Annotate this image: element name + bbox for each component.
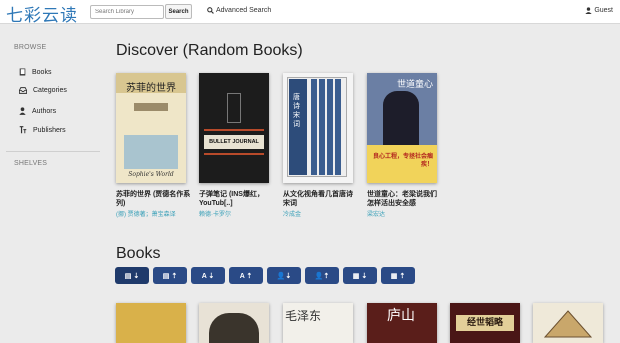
book-cover[interactable]: 经世韬略 — [450, 303, 520, 343]
discover-book: BULLET JOURNAL 子弹笔记 (INS爆红，YouTub[..] 赖德… — [199, 73, 275, 218]
book-cover[interactable]: 唐诗宋词 — [283, 73, 353, 183]
book-cover[interactable] — [116, 303, 186, 343]
book-author[interactable]: 赖德·卡罗尔 — [199, 209, 275, 218]
sidebar-divider — [6, 151, 100, 152]
book-cover[interactable]: 苏菲的世界 Sophie's World — [116, 73, 186, 183]
sidebar-item-books[interactable]: Books — [19, 68, 51, 76]
sort-pubdate-asc-button[interactable]: ▦ ⇡ — [381, 267, 415, 284]
text-size-icon — [19, 126, 27, 134]
site-logo[interactable]: 七彩云读 — [6, 1, 78, 26]
book-cover[interactable]: BULLET JOURNAL — [199, 73, 269, 183]
book-author[interactable]: (挪) 贾德著；萧宝森译 — [116, 209, 192, 218]
book-title[interactable]: 从文化视角看几首唐诗宋词 — [283, 190, 359, 208]
cover-red-line — [204, 153, 264, 155]
cover-title: 唐诗宋词 — [293, 93, 300, 128]
user-icon — [585, 7, 592, 14]
shelves-heading: SHELVES — [14, 160, 48, 167]
user-icon — [19, 107, 26, 115]
books-heading: Books — [116, 245, 161, 262]
book-title[interactable]: 苏菲的世界 (贾德名作系列) — [116, 190, 192, 208]
discover-heading: Discover (Random Books) — [116, 42, 303, 59]
book-spine — [319, 79, 325, 175]
book-author[interactable]: 冷成金 — [283, 209, 359, 218]
cover-emblem — [227, 93, 241, 123]
advanced-search-link[interactable]: Advanced Search — [207, 7, 271, 14]
book-cover[interactable]: 毛泽东 — [283, 303, 353, 343]
search-icon — [207, 7, 214, 14]
cover-title: 世道童心 — [396, 80, 433, 90]
book-icon — [19, 68, 26, 76]
browse-heading: BROWSE — [14, 44, 47, 51]
cover-title: 经世韬略 — [456, 315, 514, 331]
cover-title: 毛泽东 — [285, 309, 322, 323]
sidebar: BROWSE Books Categories Authors Publishe… — [0, 24, 104, 343]
book-cover[interactable]: 庐山 — [367, 303, 437, 343]
sidebar-item-publishers[interactable]: Publishers — [19, 126, 66, 134]
cover-red-line — [204, 129, 264, 131]
search-input[interactable] — [90, 5, 164, 19]
book-title[interactable]: 世道童心：老梁说我们怎样活出安全感 — [367, 190, 443, 208]
guest-label: Guest — [594, 7, 613, 14]
cover-title: 庐山 — [387, 308, 415, 324]
cover-caption: Sophie's World — [128, 171, 174, 178]
inbox-icon — [19, 87, 27, 94]
book-cover[interactable] — [533, 303, 603, 343]
search-button[interactable]: Search — [165, 4, 192, 19]
cover-illustration — [124, 135, 178, 169]
discover-book: 苏菲的世界 Sophie's World 苏菲的世界 (贾德名作系列) (挪) … — [116, 73, 192, 218]
sort-author-desc-button[interactable]: 👤⇣ — [267, 267, 301, 284]
book-author[interactable]: 梁宏达 — [367, 209, 443, 218]
cover-caption: 良心工程，专拯社会痼疾！ — [372, 154, 433, 168]
sidebar-item-categories[interactable]: Categories — [19, 87, 67, 94]
book-cover[interactable]: 世道童心 良心工程，专拯社会痼疾！ — [367, 73, 437, 183]
discover-book: 唐诗宋词 从文化视角看几首唐诗宋词 冷成金 — [283, 73, 359, 218]
discover-book: 世道童心 良心工程，专拯社会痼疾！ 世道童心：老梁说我们怎样活出安全感 梁宏达 — [367, 73, 443, 218]
sort-title-desc-button[interactable]: A ⇣ — [191, 267, 225, 284]
book-cover[interactable] — [199, 303, 269, 343]
sort-date-desc-button[interactable]: ▤ ⇣ — [115, 267, 149, 284]
pyramid-icon — [543, 310, 593, 338]
cover-portrait — [209, 313, 259, 343]
sidebar-item-label: Categories — [33, 87, 67, 94]
book-title[interactable]: 子弹笔记 (INS爆红，YouTub[..] — [199, 190, 275, 208]
top-navbar: 七彩云读 Search Advanced Search Guest — [0, 0, 620, 26]
guest-user-menu[interactable]: Guest — [585, 7, 613, 14]
cover-portrait — [383, 91, 419, 145]
sort-date-asc-button[interactable]: ▤ ⇡ — [153, 267, 187, 284]
sidebar-item-label: Books — [32, 68, 52, 76]
sort-title-asc-button[interactable]: A ⇡ — [229, 267, 263, 284]
cover-title: BULLET JOURNAL — [204, 135, 264, 149]
sidebar-item-authors[interactable]: Authors — [19, 107, 56, 115]
sidebar-item-label: Publishers — [33, 126, 66, 134]
book-spine — [311, 79, 317, 175]
sort-toolbar: ▤ ⇣ ▤ ⇡ A ⇣ A ⇡ 👤⇣ 👤⇡ ▦ ⇣ ▦ ⇡ — [115, 267, 415, 284]
book-spine — [327, 79, 333, 175]
sidebar-item-label: Authors — [32, 107, 57, 115]
sort-pubdate-desc-button[interactable]: ▦ ⇣ — [343, 267, 377, 284]
advanced-search-label: Advanced Search — [216, 7, 272, 14]
book-spine — [335, 79, 341, 175]
sort-author-asc-button[interactable]: 👤⇡ — [305, 267, 339, 284]
cover-title: 苏菲的世界 — [126, 83, 176, 94]
cover-author-block — [134, 103, 168, 111]
